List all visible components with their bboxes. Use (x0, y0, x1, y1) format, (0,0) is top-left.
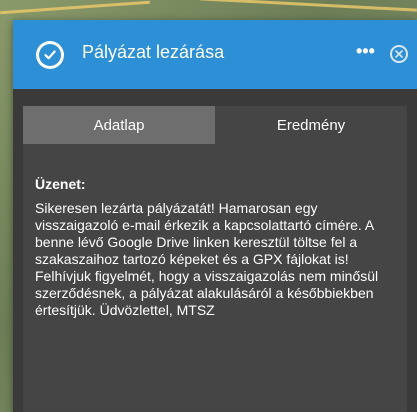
map-road (0, 0, 150, 15)
dialog-title: Pályázat lezárása (82, 42, 225, 62)
close-circle-icon[interactable] (390, 45, 408, 63)
tab-adatlap[interactable]: Adatlap (23, 106, 215, 144)
dialog-titlebar: Pályázat lezárása ••• (13, 20, 417, 89)
map-road (200, 0, 417, 12)
more-options-button[interactable]: ••• (356, 41, 375, 61)
message-body: Sikeresen lezárta pályázatát! Hamarosan … (35, 200, 379, 318)
tab-eredmeny[interactable]: Eredmény (215, 106, 407, 144)
check-circle-icon (36, 41, 64, 69)
close-application-dialog: Pályázat lezárása ••• Adatlap Eredmény Ü… (13, 20, 417, 412)
result-panel: Üzenet: Sikeresen lezárta pályázatát! Ha… (23, 144, 407, 412)
message-label: Üzenet: (35, 176, 86, 192)
dialog-tabs: Adatlap Eredmény (23, 106, 407, 144)
